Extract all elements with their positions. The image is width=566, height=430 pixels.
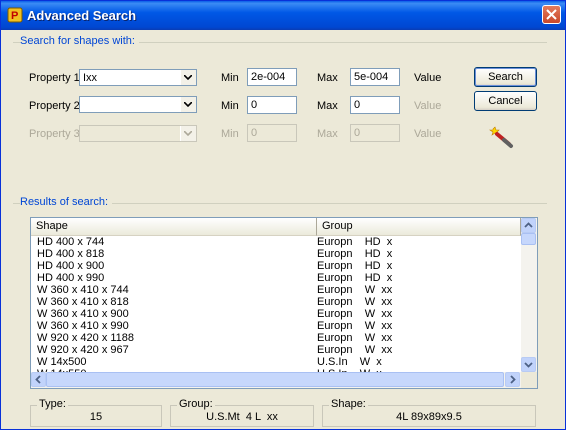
status-shape-value: 4L 89x89x9.5 — [396, 411, 462, 423]
results-rows: HD 400 x 744 Europn HD x HD 400 x 818 Europ… — [31, 236, 521, 380]
shape-cell: W 920 x 420 x 1188 — [37, 332, 135, 344]
group-cell: U.S.In W x — [317, 356, 382, 368]
window-title: Advanced Search — [27, 8, 137, 23]
shape-cell: W 360 x 410 x 900 — [37, 308, 129, 320]
scroll-right-button[interactable] — [505, 372, 520, 387]
table-row[interactable]: HD 400 x 744 Europn HD x — [31, 236, 521, 248]
group-cell: Europn W xx — [317, 344, 393, 356]
close-button[interactable] — [542, 5, 561, 24]
table-row[interactable]: W 360 x 410 x 990 Europn W xx — [31, 320, 521, 332]
results-group-label: Results of search: — [20, 196, 113, 208]
app-icon: P — [7, 7, 23, 23]
shape-cell: HD 400 x 990 — [37, 272, 105, 284]
table-row[interactable]: W 14x500 U.S.In W x — [31, 356, 521, 368]
chevron-right-icon — [510, 375, 516, 384]
table-row[interactable]: W 360 x 410 x 900 Europn W xx — [31, 308, 521, 320]
status-shape-label: Shape: — [329, 398, 368, 410]
shape-cell: HD 400 x 900 — [37, 260, 105, 272]
max-2-label: Max — [317, 100, 338, 112]
shape-cell: HD 400 x 744 — [37, 236, 105, 248]
status-type-label: Type: — [37, 398, 68, 410]
group-cell: Europn HD x — [317, 272, 393, 284]
min-2-input[interactable] — [247, 96, 297, 114]
status-type-value: 15 — [89, 411, 103, 423]
svg-text:P: P — [11, 10, 18, 22]
column-header-shape[interactable]: Shape — [31, 218, 317, 236]
group-cell: Europn W xx — [317, 332, 393, 344]
max-3-input — [350, 124, 400, 142]
scroll-left-button[interactable] — [31, 372, 46, 387]
advanced-search-window: P Advanced Search Search for shapes with… — [0, 0, 566, 430]
shape-cell: W 360 x 410 x 818 — [37, 296, 129, 308]
search-group-label: Search for shapes with: — [20, 35, 139, 47]
status-group-label: Group: — [177, 398, 215, 410]
shape-cell: W 920 x 420 x 967 — [37, 344, 129, 356]
table-row[interactable]: HD 400 x 900 Europn HD x — [31, 260, 521, 272]
magic-wand-icon — [489, 126, 513, 148]
table-row[interactable]: W 360 x 410 x 818 Europn W xx — [31, 296, 521, 308]
table-row[interactable]: HD 400 x 818 Europn HD x — [31, 248, 521, 260]
results-list[interactable]: Shape Group HD 400 x 744 Europn HD x HD 40… — [30, 217, 538, 389]
shape-cell: W 360 x 410 x 744 — [37, 284, 129, 296]
min-1-input[interactable] — [247, 68, 297, 86]
close-icon — [546, 9, 557, 20]
chevron-down-icon[interactable] — [180, 70, 196, 85]
status-shape: Shape: 4L 89x89x9.5 — [322, 398, 536, 427]
group-cell: Europn W xx — [317, 296, 393, 308]
horizontal-scrollbar[interactable] — [31, 372, 521, 388]
chevron-down-icon — [524, 362, 533, 368]
chevron-left-icon — [35, 375, 41, 384]
table-row[interactable]: W 920 x 420 x 1188 Europn W xx — [31, 332, 521, 344]
property-1-select[interactable]: Ixx — [79, 69, 197, 86]
title-bar[interactable]: P Advanced Search — [1, 1, 565, 30]
table-row[interactable]: HD 400 x 990 Europn HD x — [31, 272, 521, 284]
cancel-button[interactable]: Cancel — [474, 91, 537, 111]
shape-cell: W 14x500 — [37, 356, 87, 368]
vertical-scrollbar[interactable] — [521, 218, 537, 372]
group-cell: Europn HD x — [317, 248, 393, 260]
scroll-up-button[interactable] — [521, 218, 536, 233]
property-2-label: Property 2 — [29, 100, 80, 112]
group-cell: Europn W xx — [317, 284, 393, 296]
property-2-select[interactable] — [79, 96, 197, 113]
shape-cell: HD 400 x 818 — [37, 248, 105, 260]
max-1-input[interactable] — [350, 68, 400, 86]
chevron-up-icon — [524, 222, 533, 228]
search-button[interactable]: Search — [474, 67, 537, 87]
min-1-label: Min — [221, 72, 239, 84]
horizontal-scroll-thumb[interactable] — [46, 372, 504, 387]
min-2-label: Min — [221, 100, 239, 112]
status-type: Type: 15 — [30, 398, 162, 427]
max-3-label: Max — [317, 128, 338, 140]
scroll-down-button[interactable] — [521, 357, 536, 372]
column-header-group[interactable]: Group — [317, 218, 521, 236]
group-cell: Europn W xx — [317, 308, 393, 320]
scrollbar-corner — [521, 372, 537, 388]
property-1-label: Property 1 — [29, 72, 80, 84]
value-2-label: Value — [414, 100, 442, 112]
status-group: Group: U.S.Mt 4 L xx — [170, 398, 314, 427]
table-row[interactable]: W 920 x 420 x 967 Europn W xx — [31, 344, 521, 356]
max-1-label: Max — [317, 72, 338, 84]
shape-cell: W 360 x 410 x 990 — [37, 320, 129, 332]
chevron-down-icon — [180, 126, 196, 141]
vertical-scroll-thumb[interactable] — [521, 233, 536, 245]
table-row[interactable]: W 360 x 410 x 744 Europn W xx — [31, 284, 521, 296]
group-cell: Europn HD x — [317, 260, 393, 272]
status-group-value: U.S.Mt 4 L xx — [206, 411, 278, 423]
chevron-down-icon[interactable] — [180, 97, 196, 112]
group-cell: Europn W xx — [317, 320, 393, 332]
value-3-label: Value — [414, 128, 442, 140]
property-3-select — [79, 125, 197, 142]
min-3-input — [247, 124, 297, 142]
value-1-label: Value — [414, 72, 442, 84]
max-2-input[interactable] — [350, 96, 400, 114]
min-3-label: Min — [221, 128, 239, 140]
property-3-label: Property 3 — [29, 128, 80, 140]
group-cell: Europn HD x — [317, 236, 393, 248]
